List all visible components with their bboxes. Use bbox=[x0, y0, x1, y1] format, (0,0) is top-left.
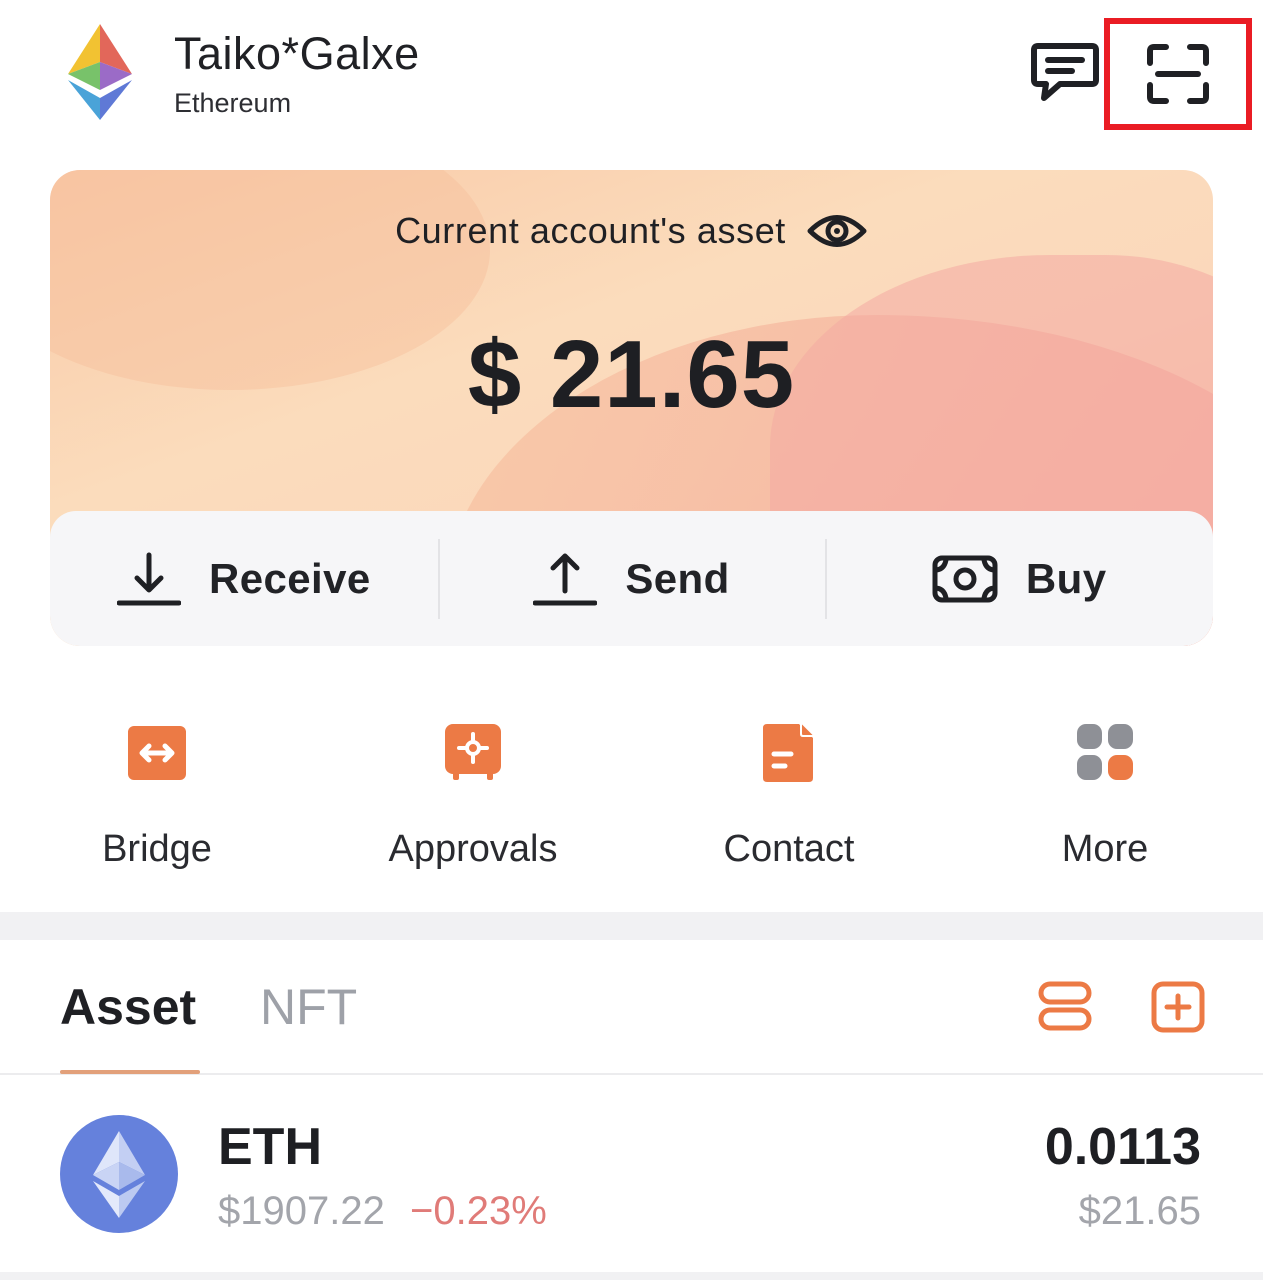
more-button[interactable]: More bbox=[975, 690, 1235, 890]
contact-button[interactable]: Contact bbox=[659, 690, 919, 890]
token-row[interactable]: ETH $1907.22 −0.23% 0.0113 $21.65 bbox=[0, 1077, 1263, 1272]
total-balance: $ 21.65 bbox=[467, 321, 796, 428]
buy-button[interactable]: Buy bbox=[825, 511, 1213, 646]
tab-nft[interactable]: NFT bbox=[260, 978, 357, 1036]
token-symbol: ETH bbox=[218, 1118, 322, 1176]
chat-bubble-icon[interactable] bbox=[1030, 40, 1100, 106]
bridge-icon bbox=[128, 726, 186, 780]
token-change: −0.23% bbox=[410, 1189, 547, 1233]
network-name[interactable]: Ethereum bbox=[174, 88, 291, 119]
bridge-label: Bridge bbox=[102, 828, 212, 870]
asset-label-row: Current account's asset bbox=[50, 210, 1213, 252]
eth-token-icon bbox=[60, 1115, 178, 1233]
approvals-icon bbox=[445, 724, 501, 780]
asset-label: Current account's asset bbox=[395, 210, 786, 251]
scan-button[interactable] bbox=[1104, 18, 1252, 130]
header: Taiko*Galxe Ethereum bbox=[0, 0, 1263, 150]
add-token-icon[interactable] bbox=[1150, 980, 1206, 1034]
send-button[interactable]: Send bbox=[437, 511, 826, 646]
ethereum-rainbow-logo-icon[interactable] bbox=[68, 24, 132, 120]
quick-actions: Bridge Approvals Contact More bbox=[0, 690, 1263, 890]
token-price: $1907.22 bbox=[218, 1189, 385, 1233]
contact-label: Contact bbox=[723, 828, 855, 870]
bridge-button[interactable]: Bridge bbox=[27, 690, 287, 890]
list-bottom-divider bbox=[0, 1272, 1263, 1280]
receive-label: Receive bbox=[209, 554, 371, 602]
asset-tabs: Asset NFT bbox=[0, 940, 1263, 1075]
tab-active-indicator bbox=[60, 1070, 200, 1074]
more-label: More bbox=[1061, 828, 1149, 870]
list-view-icon[interactable] bbox=[1036, 980, 1094, 1032]
tab-asset[interactable]: Asset bbox=[60, 978, 196, 1036]
scan-icon bbox=[1147, 44, 1209, 104]
token-value: $21.65 bbox=[1078, 1189, 1201, 1233]
eye-icon[interactable] bbox=[806, 210, 868, 252]
upload-arrow-icon bbox=[533, 553, 598, 605]
action-bar: Receive Send Buy bbox=[50, 511, 1213, 646]
wallet-name[interactable]: Taiko*Galxe bbox=[174, 28, 420, 80]
more-grid-icon bbox=[1077, 724, 1133, 780]
cash-icon bbox=[932, 555, 998, 602]
approvals-label: Approvals bbox=[388, 828, 558, 870]
buy-label: Buy bbox=[1025, 554, 1107, 602]
section-divider bbox=[0, 912, 1263, 940]
token-amount: 0.0113 bbox=[1044, 1118, 1201, 1176]
contact-icon bbox=[763, 720, 818, 782]
download-arrow-icon bbox=[117, 552, 182, 605]
approvals-button[interactable]: Approvals bbox=[343, 690, 603, 890]
asset-card: Current account's asset $ 21.65 Receive … bbox=[50, 170, 1213, 646]
receive-button[interactable]: Receive bbox=[50, 511, 438, 646]
send-label: Send bbox=[625, 554, 730, 602]
